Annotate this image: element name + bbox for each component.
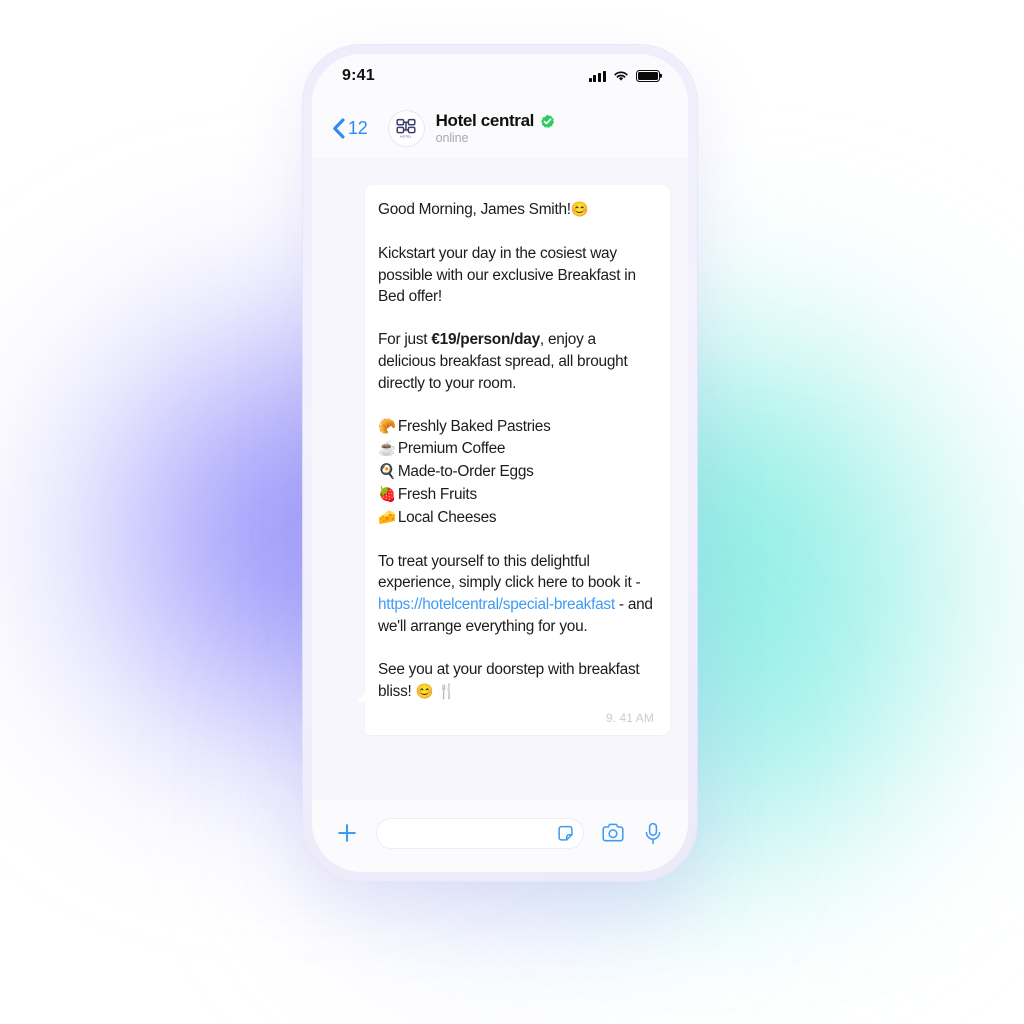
message-paragraph-1: Kickstart your day in the cosiest way po…: [378, 244, 636, 306]
message-closing: See you at your doorstep with breakfast …: [378, 660, 640, 700]
croissant-emoji: 🥐: [378, 418, 396, 435]
list-item-label: Local Cheeses: [397, 508, 497, 526]
phone-screen: 9:41 12 HOTEL Hotel central online Good …: [312, 54, 688, 872]
chat-header: 12 HOTEL Hotel central online: [312, 98, 688, 158]
list-item-label: Freshly Baked Pastries: [397, 417, 551, 435]
message-row: Good Morning, James Smith!😊 Kickstart yo…: [330, 185, 670, 736]
list-item-label: Fresh Fruits: [397, 485, 477, 503]
price-prefix: For just: [378, 331, 432, 349]
avatar[interactable]: HOTEL: [388, 110, 424, 146]
sticker-button[interactable]: [555, 823, 575, 843]
list-item: 🍳 Made-to-Order Eggs: [378, 461, 654, 484]
status-bar-time: 9:41: [342, 67, 375, 84]
booking-link[interactable]: https://hotelcentral/special-breakfast: [378, 596, 615, 613]
hotel-logo-avatar: HOTEL: [396, 118, 416, 138]
list-item: 🍓 Fresh Fruits: [378, 484, 654, 507]
fork-and-knife-emoji: 🍴: [437, 683, 456, 700]
fried-egg-emoji: 🍳: [378, 464, 396, 481]
list-item: 🧀 Local Cheeses: [378, 507, 654, 530]
message-cta-paragraph: To treat yourself to this delightful exp…: [378, 551, 654, 638]
smiling-face-emoji: 😊: [415, 683, 434, 700]
status-bar: 9:41: [312, 54, 688, 98]
message-bubble[interactable]: Good Morning, James Smith!😊 Kickstart yo…: [365, 185, 670, 736]
list-item: 🥐 Freshly Baked Pastries: [378, 416, 654, 439]
microphone-button[interactable]: [640, 820, 666, 846]
wifi-icon: [613, 70, 629, 82]
battery-full-icon: [636, 70, 660, 82]
camera-button[interactable]: [600, 820, 626, 846]
contact-status: online: [435, 131, 469, 145]
list-item-label: Made-to-Order Eggs: [397, 463, 534, 481]
coffee-emoji: ☕: [378, 441, 396, 458]
page-root: 9:41 12 HOTEL Hotel central online Good …: [0, 0, 1024, 1024]
message-input[interactable]: [391, 825, 549, 841]
list-item-label: Premium Coffee: [397, 440, 506, 458]
message-input-wrapper[interactable]: [376, 817, 584, 849]
price-value: €19/person/day: [431, 331, 540, 349]
chat-header-title-row: Hotel central: [436, 111, 555, 131]
phone-mockup: 9:41 12 HOTEL Hotel central online Good …: [303, 45, 697, 881]
sticker-icon: [557, 825, 573, 841]
cellular-bars-icon: [588, 70, 606, 82]
svg-text:HOTEL: HOTEL: [400, 134, 412, 138]
back-button[interactable]: 12: [332, 118, 368, 139]
chevron-left-icon: [332, 117, 345, 139]
microphone-icon: [645, 822, 661, 844]
cta-prefix: To treat yourself to this delightful exp…: [378, 552, 641, 592]
chat-message-list: Good Morning, James Smith!😊 Kickstart yo…: [312, 158, 688, 800]
breakfast-items-list: 🥐 Freshly Baked Pastries ☕ Premium Coffee …: [378, 416, 654, 530]
camera-icon: [602, 823, 624, 842]
message-price-paragraph: For just €19/person/day, enjoy a delicio…: [378, 329, 654, 394]
message-timestamp: 9. 41 AM: [605, 711, 654, 726]
bubble-tail: [358, 686, 372, 702]
list-item: ☕ Premium Coffee: [378, 438, 654, 461]
cheese-emoji: 🧀: [378, 509, 396, 526]
plus-icon: [338, 824, 356, 842]
message-greeting: Good Morning, James Smith!😊: [378, 201, 589, 218]
attachment-plus-button[interactable]: [334, 820, 360, 846]
chat-header-text: Hotel central online: [436, 111, 555, 145]
back-unread-count: 12: [348, 117, 368, 138]
smiling-face-emoji: 😊: [570, 202, 589, 218]
message-input-bar: [312, 800, 688, 872]
strawberry-emoji: 🍓: [378, 486, 396, 503]
contact-name: Hotel central: [435, 111, 535, 130]
verified-badge-icon: [540, 114, 555, 129]
status-bar-icons: [588, 70, 660, 82]
